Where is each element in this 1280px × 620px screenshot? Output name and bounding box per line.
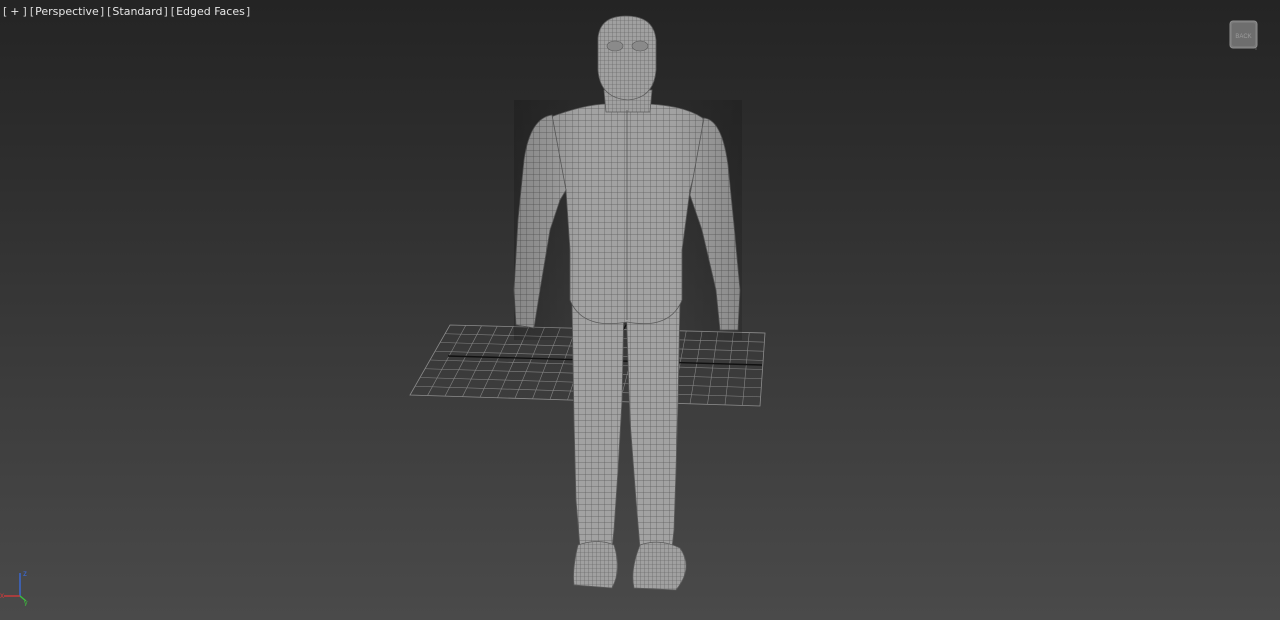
point-of-view-label[interactable]: [Perspective] bbox=[30, 5, 104, 19]
display-mode-label[interactable]: [Edged Faces] bbox=[171, 5, 250, 19]
perspective-viewport[interactable]: [+] [Perspective] [Standard] [Edged Faces] … bbox=[0, 0, 1280, 620]
x-axis-label: x bbox=[0, 591, 4, 600]
viewcube-face-label: BACK bbox=[1235, 34, 1251, 40]
viewport-menu-button[interactable]: [+] bbox=[3, 5, 27, 19]
display-mode-label-text: Edged Faces bbox=[176, 5, 245, 18]
viewport-menu-button-text: + bbox=[10, 5, 20, 18]
y-axis-label: y bbox=[24, 600, 28, 606]
axis-tripod: z x y bbox=[0, 569, 28, 606]
shading-mode-label-text: Standard bbox=[112, 5, 163, 18]
viewcube[interactable]: BACK bbox=[1229, 20, 1258, 50]
point-of-view-label-text: Perspective bbox=[35, 5, 99, 18]
viewport-label-menu: [+] [Perspective] [Standard] [Edged Faces] bbox=[3, 5, 250, 19]
shading-mode-label[interactable]: [Standard] bbox=[107, 5, 168, 19]
character-mesh[interactable] bbox=[513, 15, 742, 591]
scene-canvas[interactable] bbox=[0, 0, 1280, 620]
z-axis-label: z bbox=[23, 569, 27, 578]
